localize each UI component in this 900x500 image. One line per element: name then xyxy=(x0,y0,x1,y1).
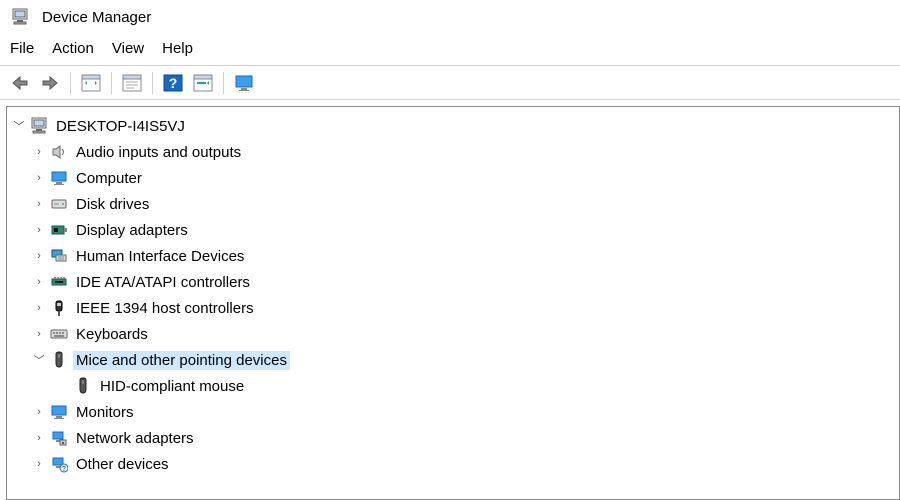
properties-button[interactable] xyxy=(118,70,146,96)
menu-file[interactable]: File xyxy=(10,40,34,57)
tree-item-mice[interactable]: ﹀ Mice and other pointing devices xyxy=(11,347,895,373)
svg-text:?: ? xyxy=(62,466,66,473)
device-tree[interactable]: ﹀ DESKTOP-I4IS5VJ › Audio inputs and out… xyxy=(6,106,900,500)
toolbar-separator xyxy=(152,72,153,94)
tree-item-label: IEEE 1394 host controllers xyxy=(73,299,257,318)
scan-icon xyxy=(193,74,213,92)
menu-bar: File Action View Help xyxy=(0,34,900,66)
monitor-button[interactable] xyxy=(230,70,258,96)
tree-item-label: Mice and other pointing devices xyxy=(73,351,290,370)
window-title: Device Manager xyxy=(42,9,151,26)
mouse-icon xyxy=(49,350,69,370)
toolbar-separator xyxy=(223,72,224,94)
expand-toggle[interactable]: › xyxy=(31,458,47,470)
expand-toggle[interactable]: › xyxy=(31,250,47,262)
other-devices-icon: ? xyxy=(49,454,69,474)
tree-item-label: Disk drives xyxy=(73,195,152,214)
tree-item-monitors[interactable]: › Monitors xyxy=(11,399,895,425)
mouse-icon xyxy=(73,376,93,396)
tree-item-computer[interactable]: › Computer xyxy=(11,165,895,191)
expand-toggle[interactable]: › xyxy=(31,146,47,158)
tree-root[interactable]: ﹀ DESKTOP-I4IS5VJ xyxy=(11,113,895,139)
tree-item-label: Network adapters xyxy=(73,429,197,448)
display-adapter-icon xyxy=(49,220,69,240)
tree-item-label: IDE ATA/ATAPI controllers xyxy=(73,273,253,292)
keyboard-icon xyxy=(49,324,69,344)
tree-item-display-adapters[interactable]: › Display adapters xyxy=(11,217,895,243)
back-button[interactable] xyxy=(6,70,34,96)
title-bar: Device Manager xyxy=(0,0,900,34)
app-icon xyxy=(10,7,30,27)
help-button[interactable]: ? xyxy=(159,70,187,96)
tree-item-hid[interactable]: › Human Interface Devices xyxy=(11,243,895,269)
expand-toggle[interactable]: › xyxy=(31,172,47,184)
tree-item-label: Display adapters xyxy=(73,221,191,240)
tree-item-keyboards[interactable]: › Keyboards xyxy=(11,321,895,347)
monitor-icon xyxy=(234,74,254,92)
tree-item-label: Audio inputs and outputs xyxy=(73,143,244,162)
collapse-toggle[interactable]: ﹀ xyxy=(11,118,27,134)
monitor-icon xyxy=(49,402,69,422)
tree-item-ide[interactable]: › IDE ATA/ATAPI controllers xyxy=(11,269,895,295)
tree-item-network[interactable]: › Network adapters xyxy=(11,425,895,451)
expand-toggle[interactable]: › xyxy=(31,328,47,340)
speaker-icon xyxy=(49,142,69,162)
scan-hardware-button[interactable] xyxy=(189,70,217,96)
expand-toggle[interactable]: › xyxy=(31,302,47,314)
tree-item-audio[interactable]: › Audio inputs and outputs xyxy=(11,139,895,165)
disk-icon xyxy=(49,194,69,214)
tree-item-disk[interactable]: › Disk drives xyxy=(11,191,895,217)
arrow-right-icon xyxy=(41,75,59,91)
tree-item-other[interactable]: › ? Other devices xyxy=(11,451,895,477)
expand-toggle[interactable]: › xyxy=(31,432,47,444)
toolbar-separator xyxy=(70,72,71,94)
expand-toggle[interactable]: › xyxy=(31,224,47,236)
tree-item-label: Other devices xyxy=(73,455,172,474)
tree-item-label: Monitors xyxy=(73,403,137,422)
tree-root-label: DESKTOP-I4IS5VJ xyxy=(53,117,188,136)
tree-item-firewire[interactable]: › IEEE 1394 host controllers xyxy=(11,295,895,321)
monitor-icon xyxy=(49,168,69,188)
menu-action[interactable]: Action xyxy=(52,40,94,57)
computer-root-icon xyxy=(29,116,49,136)
ide-icon xyxy=(49,272,69,292)
expand-toggle[interactable]: › xyxy=(31,406,47,418)
tree-item-label: Human Interface Devices xyxy=(73,247,247,266)
hid-icon xyxy=(49,246,69,266)
toolbar: ? xyxy=(0,66,900,100)
tree-item-label: HID-compliant mouse xyxy=(97,377,247,396)
expand-toggle[interactable]: › xyxy=(31,276,47,288)
properties-icon xyxy=(122,74,142,92)
network-icon xyxy=(49,428,69,448)
forward-button[interactable] xyxy=(36,70,64,96)
tree-item-hid-mouse[interactable]: HID-compliant mouse xyxy=(11,373,895,399)
tree-item-label: Computer xyxy=(73,169,145,188)
show-hide-tree-button[interactable] xyxy=(77,70,105,96)
console-tree-icon xyxy=(81,74,101,92)
menu-help[interactable]: Help xyxy=(162,40,193,57)
collapse-toggle[interactable]: ﹀ xyxy=(31,352,47,368)
arrow-left-icon xyxy=(11,75,29,91)
help-icon: ? xyxy=(163,74,183,92)
firewire-icon xyxy=(49,298,69,318)
toolbar-separator xyxy=(111,72,112,94)
expand-toggle[interactable]: › xyxy=(31,198,47,210)
tree-item-label: Keyboards xyxy=(73,325,151,344)
svg-text:?: ? xyxy=(169,75,178,91)
menu-view[interactable]: View xyxy=(112,40,144,57)
